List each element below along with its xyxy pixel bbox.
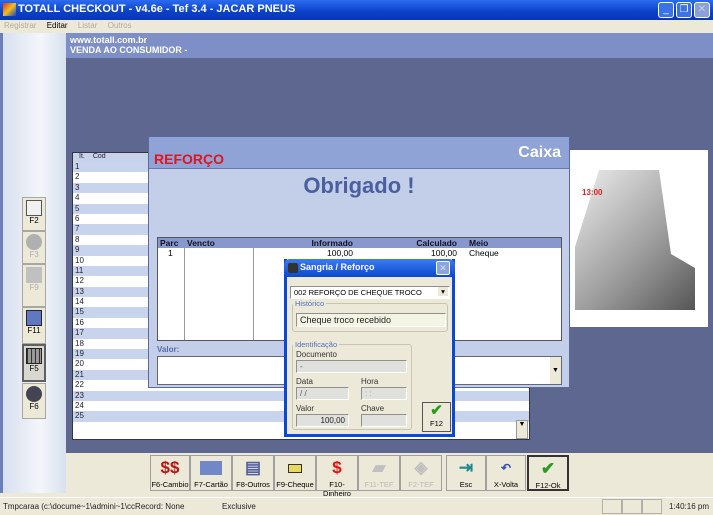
minimize-button[interactable]: _ — [658, 2, 674, 18]
side-button-f2[interactable]: F2 — [22, 197, 46, 231]
chave-label: Chave — [361, 404, 385, 413]
f6-cambio-button[interactable]: $$ F6-Cambio — [150, 455, 190, 491]
payments-header: Parc Vencto Informado Calculado Meio — [158, 238, 561, 248]
f9-cheque-button[interactable]: F9-Cheque — [274, 455, 316, 491]
side-button-f3[interactable]: F3 — [22, 231, 46, 264]
sangria-app-icon — [288, 263, 298, 273]
sangria-close-button[interactable]: ✕ — [436, 261, 450, 275]
checkmark-icon: ✔ — [430, 402, 443, 419]
operation-label: REFORÇO — [154, 151, 224, 167]
restore-button[interactable]: ❐ — [676, 2, 692, 18]
exit-door-icon: ⇥ — [458, 458, 474, 477]
dollar-icon: $ — [332, 458, 342, 477]
hora-label: Hora — [361, 377, 379, 386]
status-time: 1:40:16 pm — [668, 502, 709, 511]
tipo-select[interactable]: 002 REFORÇO DE CHEQUE TROCO ▾ — [290, 286, 450, 299]
undo-icon: ↶ — [500, 461, 512, 475]
notepad-icon — [26, 200, 42, 216]
credit-card-icon — [200, 461, 222, 475]
payment-toolbar: $$ F6-Cambio F7-Cartão ▤ F8-Outros F9-Cheq… — [150, 455, 570, 498]
chave-input[interactable] — [361, 414, 407, 427]
identificacao-legend: Identificação — [295, 340, 338, 349]
caixa-title: Caixa — [518, 144, 561, 161]
main-header: www.totall.com.br VENDA AO CONSUMIDOR - — [66, 33, 713, 58]
side-button-f9[interactable]: F9 — [22, 264, 46, 307]
data-label: Data — [296, 377, 313, 386]
historico-input[interactable]: Cheque troco recebido — [296, 313, 446, 327]
side-button-f11[interactable]: F11 — [22, 307, 46, 344]
chevron-down-icon[interactable]: ▾ — [438, 287, 448, 296]
status-bar: Tmpcaraa (c:\docume~1\admini~1\ccRecord:… — [0, 497, 713, 515]
sale-mode: VENDA AO CONSUMIDOR - — [70, 45, 188, 55]
valor-input[interactable]: 100,00 — [296, 414, 349, 427]
valor-label: Valor — [296, 404, 315, 413]
menu-outros[interactable]: Outros — [108, 21, 132, 30]
window-title: TOTALL CHECKOUT - v4.6e - Tef 3.4 - JACA… — [18, 3, 296, 15]
checkmark-icon: ✔ — [540, 459, 556, 478]
f7-cartao-button[interactable]: F7-Cartão — [190, 455, 232, 491]
side-button-f6[interactable]: F6 — [22, 383, 46, 419]
status-mode: Exclusive — [222, 502, 256, 511]
status-path: Tmpcaraa (c:\docume~1\admini~1\ccRecord:… — [3, 502, 185, 511]
side-button-f5[interactable]: F5 — [22, 344, 46, 382]
f12-ok-toolbar-button[interactable]: ✔ F12-Ok — [527, 455, 569, 491]
document-pen-icon — [26, 310, 42, 326]
esc-button[interactable]: ⇥ Esc — [446, 455, 486, 491]
key-icon — [26, 386, 42, 402]
f10-dinheiro-button[interactable]: $ F10-Dinheiro — [316, 455, 358, 498]
items-icon — [26, 267, 42, 283]
menu-bar: Registrar Editar Listar Outros — [0, 20, 713, 33]
data-input[interactable]: / / — [296, 387, 349, 400]
documento-input[interactable]: - — [296, 360, 407, 373]
f8-outros-button[interactable]: ▤ F8-Outros — [232, 455, 274, 491]
f2-tef-button[interactable]: ◈ F2-TEF — [400, 455, 442, 491]
valor-label: Valor: — [157, 345, 180, 354]
menu-editar[interactable]: Editar — [47, 21, 68, 30]
sangria-reforco-dialog: Sangria / Reforço ✕ 002 REFORÇO DE CHEQU… — [284, 259, 455, 437]
documento-label: Documento — [296, 350, 337, 359]
f12-ok-button[interactable]: ✔ F12 — [422, 402, 451, 432]
payment-row[interactable]: 1 100,00 100,00 Cheque — [158, 248, 561, 258]
thank-you-message: Obrigado ! — [303, 173, 415, 198]
dollar-exchange-icon: $$ — [160, 458, 180, 477]
check-icon — [288, 464, 302, 473]
site-url: www.totall.com.br — [70, 35, 148, 45]
tef-icon: ◈ — [414, 458, 428, 477]
menu-registrar[interactable]: Registrar — [4, 21, 36, 30]
app-icon — [3, 3, 16, 16]
historico-legend: Histórico — [295, 299, 325, 308]
other-icon: ▤ — [244, 458, 262, 477]
valor-scroll[interactable]: ▼ — [550, 357, 561, 384]
cloud-icon — [26, 234, 42, 250]
grid-scroll-down[interactable]: ▼ — [516, 420, 528, 439]
grid-icon — [26, 348, 42, 364]
x-volta-button[interactable]: ↶ X-Volta — [486, 455, 526, 491]
f11-tef-button[interactable]: ▰ F11-TEF — [358, 455, 400, 491]
pos-terminal-icon: ▰ — [372, 458, 386, 477]
hora-input[interactable]: : : — [361, 387, 407, 400]
close-button[interactable]: ✕ — [694, 2, 710, 18]
title-bar: TOTALL CHECKOUT - v4.6e - Tef 3.4 - JACA… — [0, 0, 713, 20]
sangria-title-bar: Sangria / Reforço — [284, 259, 455, 277]
cash-register-image: 13:00 — [570, 150, 708, 327]
menu-listar[interactable]: Listar — [78, 21, 98, 30]
